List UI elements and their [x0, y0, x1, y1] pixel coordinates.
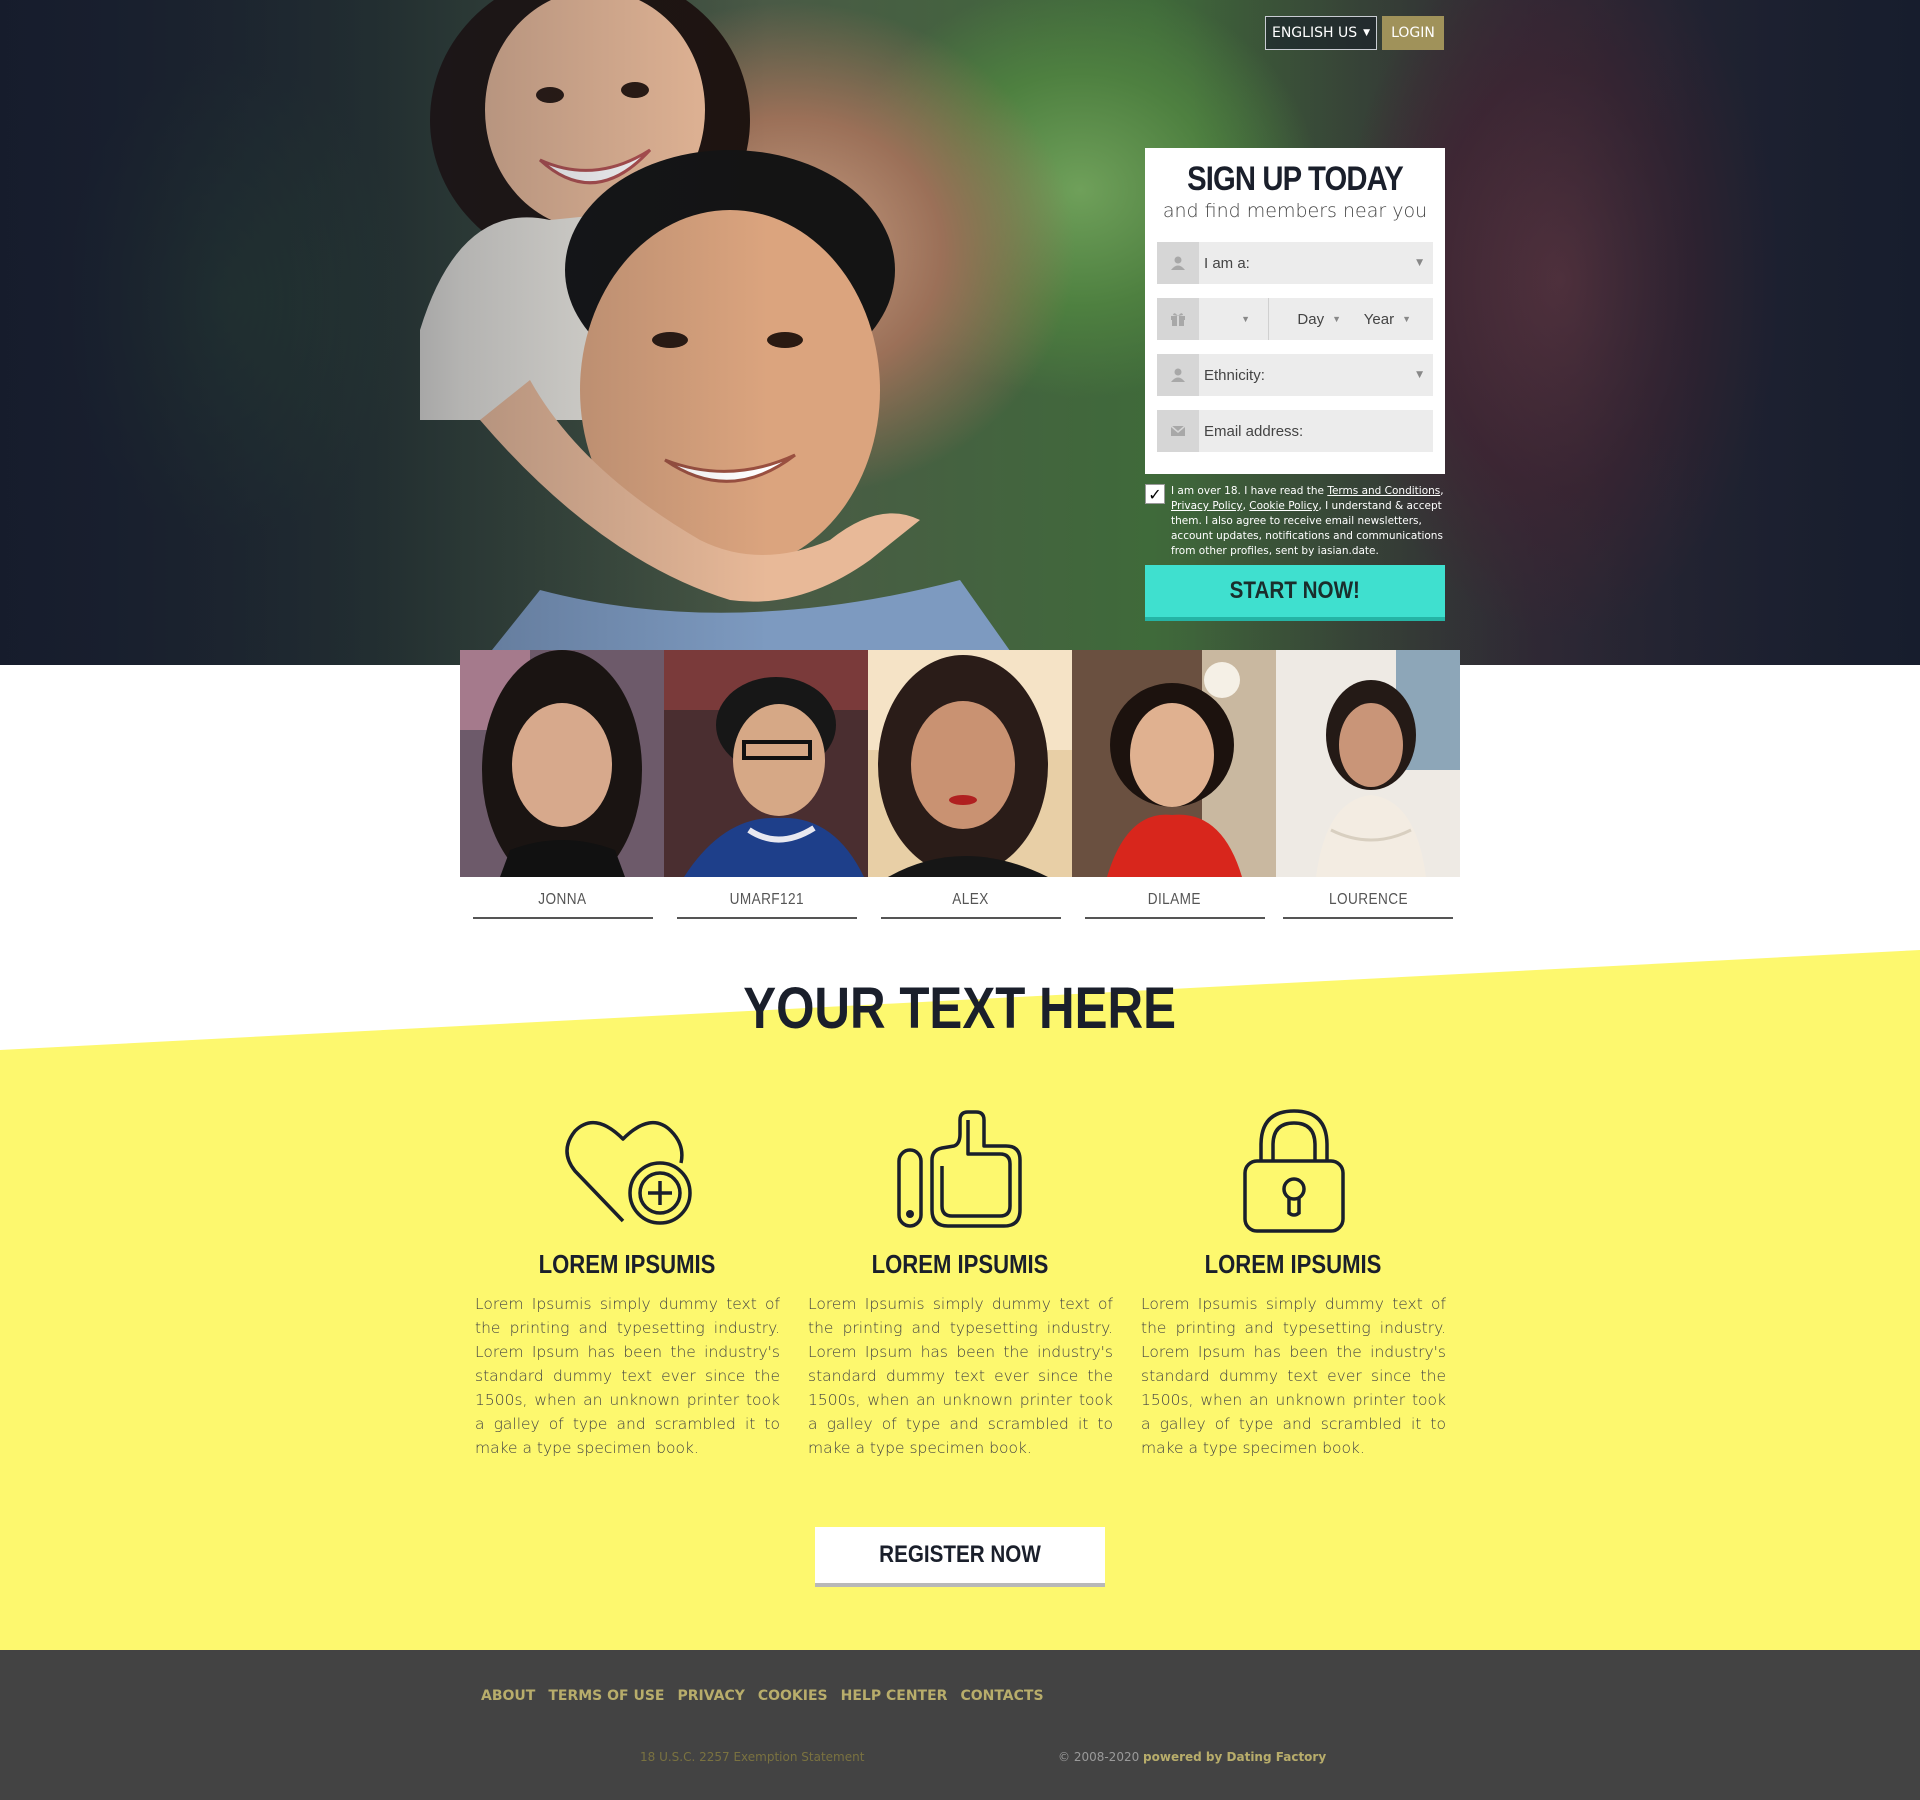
footer: ABOUT TERMS OF USE PRIVACY COOKIES HELP … [0, 1650, 1920, 1800]
consent-checkbox[interactable]: ✓ [1145, 484, 1165, 504]
copyright: © 2008-2020 powered by Dating Factory [1058, 1750, 1326, 1764]
powered-by-link[interactable]: powered by Dating Factory [1143, 1750, 1326, 1764]
footer-nav: ABOUT TERMS OF USE PRIVACY COOKIES HELP … [481, 1688, 1044, 1704]
consent-prefix: I am over 18. I have read the [1171, 485, 1328, 497]
profile-card: UMARF121 [664, 650, 869, 919]
envelope-icon [1157, 410, 1199, 452]
padlock-icon [1141, 1105, 1446, 1235]
consent-row: ✓ I am over 18. I have read the Terms an… [1145, 484, 1445, 559]
email-field[interactable]: Email address: [1157, 410, 1433, 452]
section-title: YOUR TEXT HERE [0, 975, 1920, 1042]
signup-subtitle: and find members near you [1162, 200, 1428, 222]
profile-photo[interactable] [1276, 650, 1460, 877]
feature-column: LOREM IPSUMIS Lorem Ipsumis simply dummy… [808, 1105, 1113, 1460]
start-now-label: START NOW! [1229, 577, 1361, 604]
hero-overlay [0, 0, 1920, 665]
profile-name-text: ALEX [952, 891, 989, 908]
terms-link[interactable]: Terms and Conditions [1327, 485, 1440, 497]
profile-name[interactable]: UMARF121 [676, 891, 857, 919]
caret-down-icon: ▼ [1332, 314, 1341, 324]
profile-card: LOURENCE [1276, 650, 1460, 919]
footer-link-contacts[interactable]: CONTACTS [960, 1688, 1043, 1704]
footer-link-about[interactable]: ABOUT [481, 1688, 535, 1704]
profile-card: DILAME [1072, 650, 1277, 919]
profile-name-text: JONNA [538, 891, 587, 908]
profile-strip: JONNA UMARF121 ALEX DILAME LOURENCE [460, 650, 1460, 922]
feature-column: LOREM IPSUMIS Lorem Ipsumis simply dummy… [475, 1105, 780, 1460]
year-label: Year [1363, 310, 1395, 328]
register-now-button[interactable]: REGISTER NOW [815, 1527, 1105, 1587]
gender-label: I am a: [1204, 254, 1250, 272]
feature-text: Lorem Ipsumis simply dummy text of the p… [1141, 1295, 1446, 1457]
profile-name[interactable]: DILAME [1084, 891, 1265, 919]
gender-select[interactable]: I am a: ▼ [1157, 242, 1433, 284]
email-label: Email address: [1204, 422, 1304, 440]
profile-photo[interactable] [868, 650, 1073, 877]
feature-title-text: LOREM IPSUMIS [1205, 1249, 1382, 1279]
footer-link-cookies[interactable]: COOKIES [758, 1688, 828, 1704]
birth-day-select[interactable]: Day ▼ [1269, 298, 1359, 340]
language-selector[interactable]: ENGLISH US ▼ [1265, 16, 1377, 50]
profile-name-text: LOURENCE [1328, 891, 1408, 908]
profile-name[interactable]: ALEX [880, 891, 1061, 919]
profile-name-text: UMARF121 [729, 891, 804, 908]
birth-year-select[interactable]: Year ▼ [1359, 298, 1429, 340]
feature-text: Lorem Ipsumis simply dummy text of the p… [475, 1295, 780, 1457]
ethnicity-select[interactable]: Ethnicity: ▼ [1157, 354, 1433, 396]
feature-title-text: LOREM IPSUMIS [539, 1249, 716, 1279]
exemption-statement-link[interactable]: 18 U.S.C. 2257 Exemption Statement [640, 1750, 864, 1764]
ethnicity-label: Ethnicity: [1204, 366, 1265, 384]
consent-separator: , [1440, 485, 1444, 497]
login-button[interactable]: LOGIN [1382, 16, 1444, 50]
checkmark-icon: ✓ [1148, 484, 1162, 504]
privacy-link[interactable]: Privacy Policy [1171, 500, 1243, 512]
feature-title: LOREM IPSUMIS [475, 1249, 780, 1280]
profile-name[interactable]: LOURENCE [1283, 891, 1453, 919]
caret-down-icon: ▼ [1363, 28, 1370, 38]
copyright-text: © 2008-2020 [1058, 1750, 1144, 1764]
profile-card: ALEX [868, 650, 1073, 919]
day-label: Day [1297, 310, 1325, 328]
profile-name-text: DILAME [1147, 891, 1202, 908]
consent-text: I am over 18. I have read the Terms and … [1171, 484, 1445, 559]
signup-fields: I am a: ▼ ▼ Day ▼ Year ▼ Ethnicity: ▼ Em… [1145, 230, 1445, 452]
profile-photo[interactable] [1072, 650, 1277, 877]
register-now-label: REGISTER NOW [879, 1541, 1041, 1568]
profile-card: JONNA [460, 650, 665, 919]
signup-form: SIGN UP TODAY and find members near you … [1145, 148, 1445, 621]
heart-plus-icon [475, 1105, 780, 1235]
profile-name[interactable]: JONNA [472, 891, 653, 919]
profile-photo[interactable] [460, 650, 665, 890]
footer-link-terms[interactable]: TERMS OF USE [548, 1688, 664, 1704]
caret-down-icon: ▼ [1241, 314, 1250, 324]
caret-down-icon: ▼ [1416, 258, 1423, 268]
birth-month-select[interactable]: ▼ [1199, 298, 1269, 340]
footer-link-help-center[interactable]: HELP CENTER [841, 1688, 948, 1704]
birthdate-field: ▼ Day ▼ Year ▼ [1157, 298, 1433, 340]
user-icon [1157, 242, 1199, 284]
caret-down-icon: ▼ [1402, 314, 1411, 324]
gift-icon [1157, 298, 1199, 340]
user-icon [1157, 354, 1199, 396]
feature-title: LOREM IPSUMIS [1141, 1249, 1446, 1280]
language-label: ENGLISH US [1271, 25, 1358, 41]
start-now-button[interactable]: START NOW! [1145, 565, 1445, 621]
thumbs-up-icon [808, 1105, 1113, 1235]
feature-title-text: LOREM IPSUMIS [872, 1249, 1049, 1279]
profile-photo[interactable] [664, 650, 869, 877]
feature-text: Lorem Ipsumis simply dummy text of the p… [808, 1295, 1113, 1457]
cookie-link[interactable]: Cookie Policy [1249, 500, 1318, 512]
footer-link-privacy[interactable]: PRIVACY [677, 1688, 744, 1704]
feature-title: LOREM IPSUMIS [808, 1249, 1113, 1280]
signup-title: SIGN UP TODAY [1187, 160, 1404, 198]
caret-down-icon: ▼ [1416, 370, 1423, 380]
hero-banner [0, 0, 1920, 665]
section-title-text: YOUR TEXT HERE [743, 976, 1177, 1041]
signup-box: SIGN UP TODAY and find members near you … [1145, 148, 1445, 474]
feature-column: LOREM IPSUMIS Lorem Ipsumis simply dummy… [1141, 1105, 1446, 1460]
